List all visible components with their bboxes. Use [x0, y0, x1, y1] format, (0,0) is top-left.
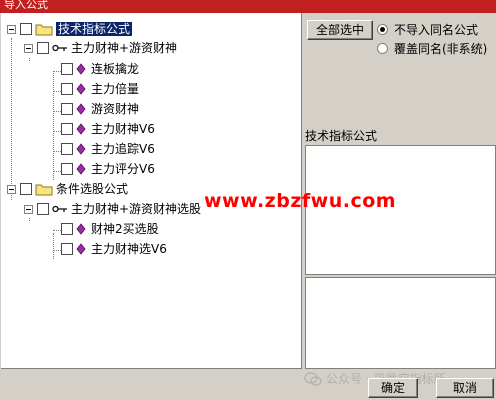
- node-checkbox[interactable]: [61, 63, 73, 75]
- tree-node-label: 主力财神+游资财神选股: [71, 202, 202, 216]
- tree-node-label: 主力评分V6: [91, 162, 155, 176]
- node-checkbox[interactable]: [20, 23, 32, 35]
- radio-label: 覆盖同名(非系统): [394, 42, 488, 56]
- tree-node-folder[interactable]: 技术指标公式: [7, 19, 133, 39]
- collapse-toggle[interactable]: [7, 24, 16, 34]
- tree-node-label: 主力财神V6: [91, 122, 155, 136]
- select-all-button[interactable]: 全部选中: [307, 20, 373, 40]
- detail-box[interactable]: [305, 277, 496, 369]
- tree-node-formula[interactable]: 主力评分V6: [61, 159, 155, 179]
- cancel-button[interactable]: 取消: [436, 378, 494, 398]
- radio-skip-duplicates[interactable]: 不导入同名公式: [377, 21, 478, 38]
- radio-button[interactable]: [377, 24, 388, 35]
- node-checkbox[interactable]: [61, 243, 73, 255]
- tree-node-label: 主力追踪V6: [91, 142, 155, 156]
- diamond-icon: [76, 123, 86, 135]
- radio-button[interactable]: [377, 43, 388, 54]
- node-checkbox[interactable]: [61, 83, 73, 95]
- node-checkbox[interactable]: [61, 123, 73, 135]
- tree-node-label: 主力倍量: [91, 82, 140, 96]
- node-checkbox[interactable]: [37, 203, 49, 215]
- node-checkbox[interactable]: [61, 103, 73, 115]
- tree-node-label: 连板擒龙: [91, 62, 140, 76]
- node-checkbox[interactable]: [37, 42, 49, 54]
- tree-node-formula[interactable]: 主力财神选V6: [61, 239, 167, 259]
- diamond-icon: [76, 243, 86, 255]
- tree-node-formula[interactable]: 主力追踪V6: [61, 139, 155, 159]
- tree-node-formula[interactable]: 主力财神V6: [61, 119, 155, 139]
- tree-node-label: 游资财神: [91, 102, 140, 116]
- tree-node-group[interactable]: 主力财神+游资财神选股: [24, 199, 201, 219]
- diamond-icon: [76, 163, 86, 175]
- collapse-toggle[interactable]: [24, 204, 33, 214]
- collapse-toggle[interactable]: [7, 184, 16, 194]
- watermark-text: www.zbzfwu.com: [204, 190, 397, 212]
- key-icon: [52, 205, 67, 213]
- radio-label: 不导入同名公式: [394, 23, 479, 37]
- wechat-icon: [304, 371, 322, 386]
- tree-node-formula[interactable]: 游资财神: [61, 99, 139, 119]
- node-checkbox[interactable]: [61, 143, 73, 155]
- diamond-icon: [76, 223, 86, 235]
- tree-node-folder[interactable]: 条件选股公式: [7, 179, 128, 199]
- collapse-toggle[interactable]: [24, 43, 33, 53]
- key-icon: [52, 44, 67, 52]
- tree-node-label: 财神2买选股: [91, 222, 159, 236]
- diamond-icon: [76, 143, 86, 155]
- tree-node-formula[interactable]: 主力倍量: [61, 79, 139, 99]
- tree-node-label: 技术指标公式: [56, 22, 133, 36]
- info-label: 技术指标公式: [305, 129, 378, 143]
- tree-line: [11, 38, 12, 200]
- tree-line: [53, 73, 54, 180]
- radio-overwrite[interactable]: 覆盖同名(非系统): [377, 40, 487, 57]
- window-title: 导入公式: [4, 0, 48, 11]
- tree-node-label: 条件选股公式: [56, 182, 129, 196]
- title-bar: 导入公式: [0, 0, 496, 13]
- diamond-icon: [76, 63, 86, 75]
- tree-line: [53, 233, 54, 259]
- tree-line: [29, 58, 30, 61]
- folder-icon: [35, 24, 53, 36]
- node-checkbox[interactable]: [61, 223, 73, 235]
- tree-node-label: 主力财神选V6: [91, 242, 167, 256]
- diamond-icon: [76, 103, 86, 115]
- node-checkbox[interactable]: [20, 183, 32, 195]
- node-checkbox[interactable]: [61, 163, 73, 175]
- diamond-icon: [76, 83, 86, 95]
- tree-node-formula[interactable]: 连板擒龙: [61, 59, 139, 79]
- ok-button[interactable]: 确定: [368, 378, 418, 398]
- tree-node-label: 主力财神+游资财神: [71, 41, 178, 55]
- folder-icon: [35, 184, 53, 196]
- tree-node-formula[interactable]: 财神2买选股: [61, 219, 159, 239]
- tree-node-group[interactable]: 主力财神+游资财神: [24, 38, 177, 58]
